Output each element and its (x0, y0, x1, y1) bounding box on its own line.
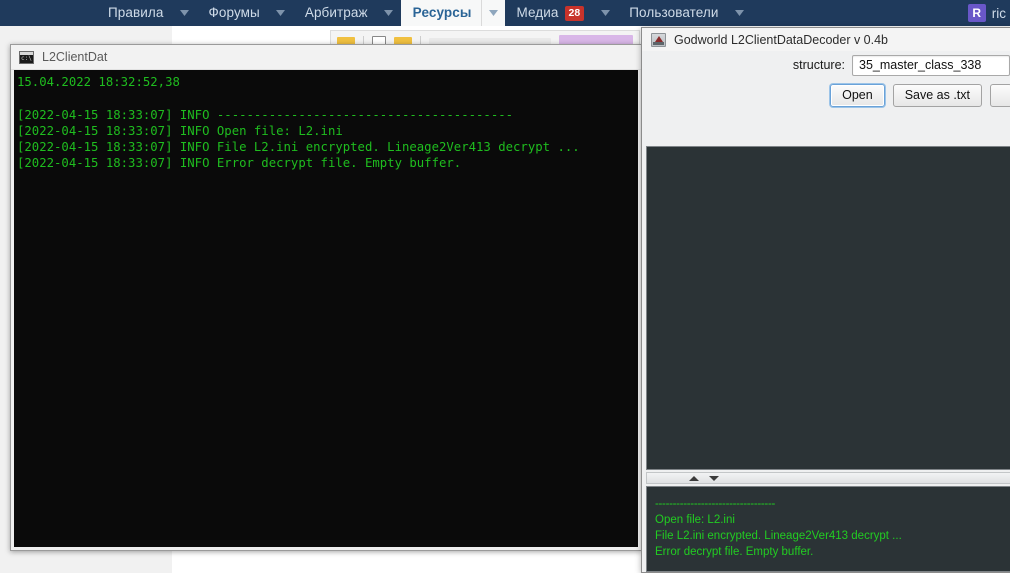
nav-item-label: Медиа (516, 5, 559, 20)
console-line: [2022-04-15 18:33:07] INFO Error decrypt… (17, 156, 462, 171)
nav-group-forumy[interactable]: Форумы (197, 0, 293, 26)
chevron-down-icon[interactable] (269, 0, 293, 26)
chevron-down-icon[interactable] (728, 0, 752, 26)
nav-group-arbitrazh[interactable]: Арбитраж (293, 0, 401, 26)
structure-select[interactable]: 35_master_class_338 (852, 54, 1010, 76)
panel-splitter[interactable] (646, 472, 1010, 484)
chevron-down-icon[interactable] (377, 0, 401, 26)
screen-root: Правила Форумы Арбитраж Ресурсы Медиа 28… (0, 0, 1010, 573)
app-icon (651, 32, 666, 47)
console-window[interactable]: L2ClientDat 15.04.2022 18:32:52,38 [2022… (10, 44, 642, 551)
log-line: ---------------------------------- (655, 498, 776, 510)
nav-item-resursy[interactable]: Ресурсы (401, 0, 481, 26)
decoder-log-panel[interactable]: ---------------------------------- Open … (646, 486, 1010, 572)
nav-group-polzovateli[interactable]: Пользователи (617, 0, 751, 26)
media-count-badge: 28 (564, 5, 585, 21)
nav-item-pravila[interactable]: Правила (96, 0, 173, 26)
structure-row: structure: 35_master_class_338 (642, 51, 1010, 79)
chevron-down-icon[interactable] (173, 0, 197, 26)
nav-item-label: Ресурсы (412, 5, 472, 20)
chevron-down-icon[interactable] (593, 0, 617, 26)
third-button-clipped[interactable] (990, 83, 1010, 107)
nav-item-label: Форумы (208, 5, 260, 20)
nav-item-media[interactable]: Медиа 28 (505, 0, 594, 26)
triangle-down-icon[interactable] (709, 475, 719, 481)
navbar-user-area[interactable]: R ric (967, 0, 1010, 26)
structure-label: structure: (792, 58, 845, 72)
nav-item-label: Правила (108, 5, 164, 20)
decoder-titlebar[interactable]: Godworld L2ClientDataDecoder v 0.4b (642, 28, 1010, 51)
nav-group-media[interactable]: Медиа 28 (505, 0, 618, 26)
console-titlebar[interactable]: L2ClientDat (11, 45, 641, 70)
decoder-button-row: Open Save as .txt (642, 79, 1010, 111)
log-line: Error decrypt file. Empty buffer. (655, 546, 814, 558)
log-line: File L2.ini encrypted. Lineage2Ver413 de… (655, 530, 902, 542)
console-window-title: L2ClientDat (42, 50, 108, 64)
nav-item-forumy[interactable]: Форумы (197, 0, 269, 26)
decoder-data-grid[interactable] (646, 146, 1010, 470)
forum-navbar: Правила Форумы Арбитраж Ресурсы Медиа 28… (0, 0, 1010, 26)
console-output-area[interactable]: 15.04.2022 18:32:52,38 [2022-04-15 18:33… (14, 70, 638, 547)
chevron-down-icon[interactable] (480, 0, 505, 26)
navbar-left-spacer (0, 0, 96, 26)
cmd-console-icon (19, 50, 34, 64)
console-line: [2022-04-15 18:33:07] INFO -------------… (17, 107, 514, 122)
console-line: 15.04.2022 18:32:52,38 (17, 75, 180, 89)
console-line: [2022-04-15 18:33:07] INFO Open file: L2… (17, 123, 343, 138)
avatar[interactable]: R (967, 4, 986, 22)
log-line: Open file: L2.ini (655, 514, 735, 526)
decoder-window-title: Godworld L2ClientDataDecoder v 0.4b (674, 32, 889, 47)
nav-group-resursy[interactable]: Ресурсы (400, 0, 505, 26)
nav-item-arbitrazh[interactable]: Арбитраж (293, 0, 377, 26)
nav-item-polzovateli[interactable]: Пользователи (617, 0, 727, 26)
open-button[interactable]: Open (830, 83, 885, 107)
decoder-window[interactable]: Godworld L2ClientDataDecoder v 0.4b stru… (641, 27, 1010, 573)
nav-item-label: Арбитраж (304, 5, 368, 20)
console-line: [2022-04-15 18:33:07] INFO File L2.ini e… (17, 140, 580, 155)
save-as-txt-button[interactable]: Save as .txt (892, 83, 982, 107)
triangle-up-icon[interactable] (689, 475, 699, 481)
nav-group-pravila[interactable]: Правила (96, 0, 197, 26)
nav-item-label: Пользователи (629, 5, 719, 20)
username-label: ric (991, 5, 1006, 21)
